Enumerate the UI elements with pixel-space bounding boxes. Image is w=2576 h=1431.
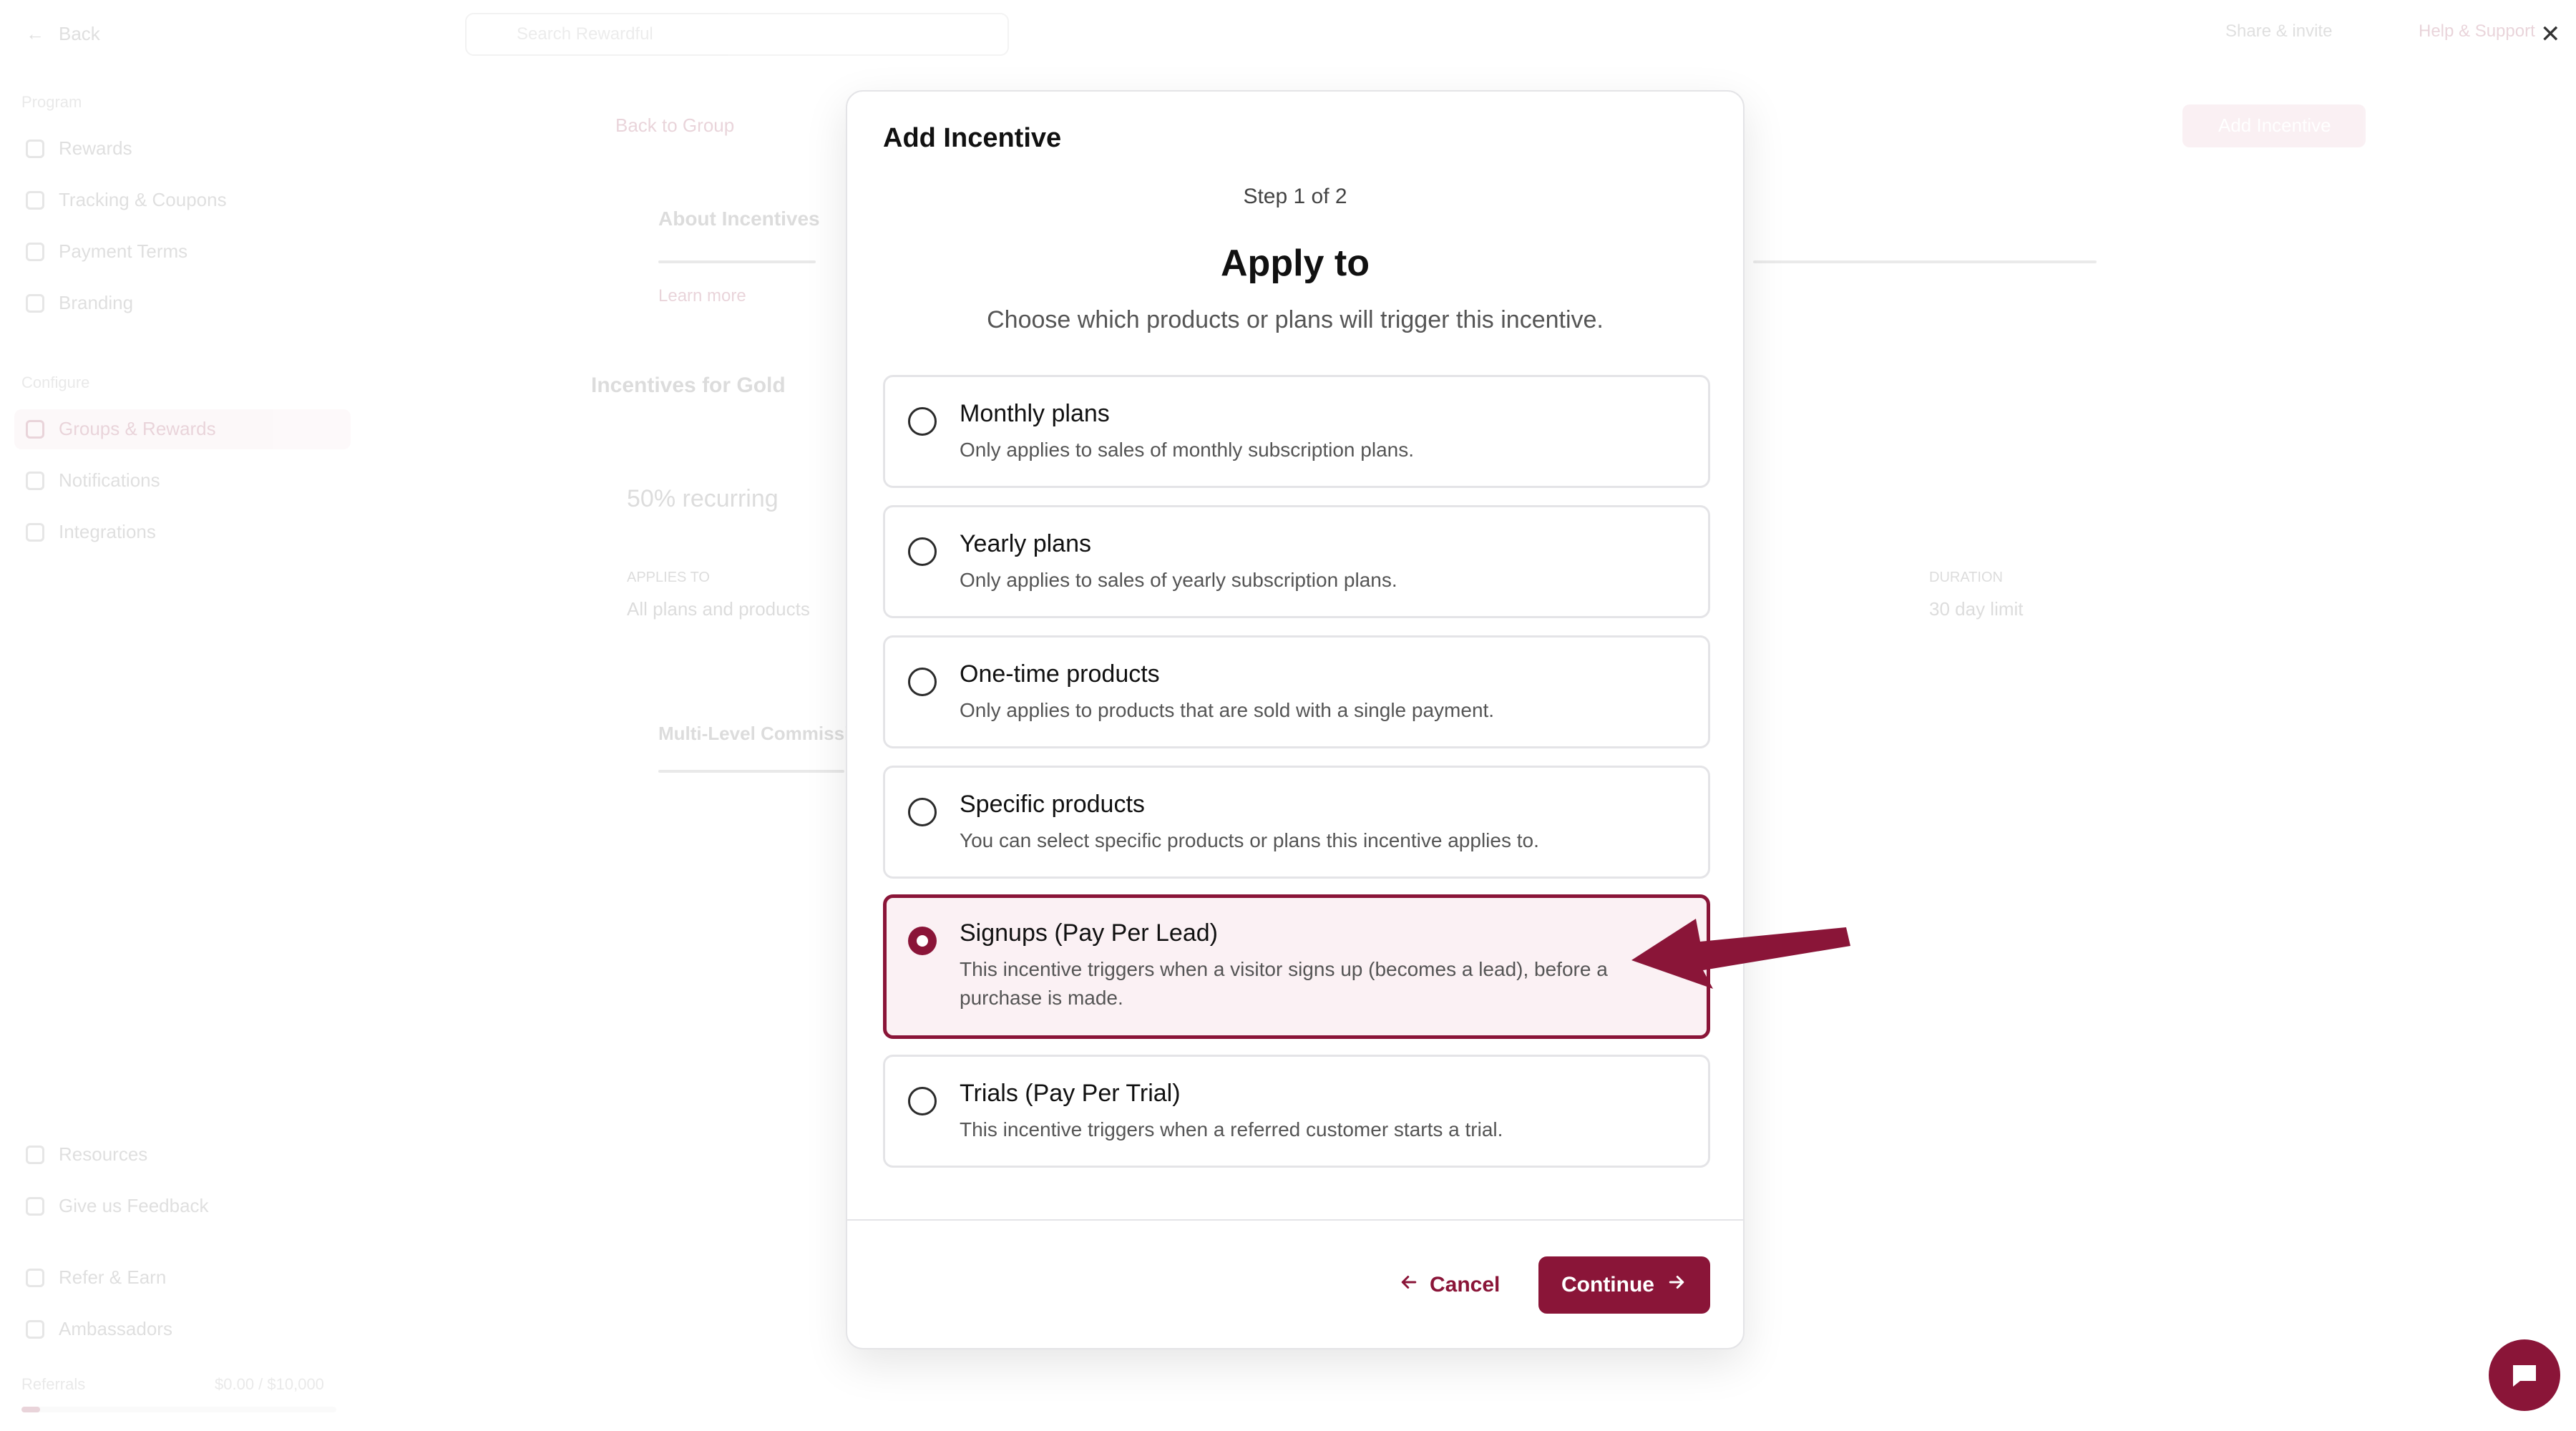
radio-button[interactable] bbox=[908, 668, 937, 696]
sidebar-icon bbox=[26, 139, 44, 158]
section-title: Incentives for Gold bbox=[591, 373, 786, 397]
option-label: Specific products bbox=[960, 791, 1145, 818]
sidebar-section-heading: Configure bbox=[21, 373, 90, 391]
sidebar-item-ambassadors[interactable]: Ambassadors bbox=[26, 1318, 172, 1340]
sidebar-icon bbox=[26, 1268, 44, 1287]
radio-button[interactable] bbox=[908, 798, 937, 826]
share-invite-link[interactable]: Share & invite bbox=[2225, 21, 2332, 41]
continue-button[interactable]: Continue bbox=[1538, 1256, 1710, 1314]
modal-title: Add Incentive bbox=[883, 123, 1062, 153]
cancel-button[interactable]: Cancel bbox=[1398, 1256, 1500, 1314]
placeholder-text-line bbox=[658, 770, 844, 773]
chat-button[interactable] bbox=[2489, 1339, 2560, 1411]
sidebar-icon bbox=[26, 1145, 44, 1164]
option-description: Only applies to sales of yearly subscrip… bbox=[960, 569, 1397, 591]
radio-button[interactable] bbox=[908, 1087, 937, 1115]
sidebar-icon bbox=[26, 1319, 44, 1339]
sidebar-item-payment-terms[interactable]: Payment Terms bbox=[26, 240, 187, 263]
sidebar-icon bbox=[26, 1196, 44, 1216]
search-input[interactable]: Search Rewardful bbox=[465, 13, 1009, 56]
sidebar-icon bbox=[26, 293, 44, 313]
option-description: You can select specific products or plan… bbox=[960, 829, 1539, 851]
option-description: This incentive triggers when a referred … bbox=[960, 1118, 1503, 1141]
option-label: Yearly plans bbox=[960, 530, 1091, 557]
incentive-name: 50% recurring bbox=[627, 485, 779, 512]
duration-label: DURATION bbox=[1929, 570, 2003, 585]
footer-divider bbox=[847, 1219, 1743, 1221]
sidebar-item-integrations[interactable]: Integrations bbox=[26, 521, 156, 543]
sidebar-item-resources[interactable]: Resources bbox=[26, 1143, 147, 1166]
back-button[interactable]: ← Back bbox=[26, 23, 100, 45]
sidebar-icon bbox=[26, 522, 44, 542]
add-incentive-label: Add Incentive bbox=[2218, 114, 2331, 136]
option-monthly-plans[interactable]: Monthly plans Only applies to sales of m… bbox=[883, 375, 1710, 488]
sidebar-item-tracking[interactable]: Tracking & Coupons bbox=[26, 189, 227, 211]
option-yearly-plans[interactable]: Yearly plans Only applies to sales of ye… bbox=[883, 505, 1710, 618]
usage-label: Referrals bbox=[21, 1375, 86, 1393]
usage-progress bbox=[21, 1407, 336, 1412]
option-label: Signups (Pay Per Lead) bbox=[960, 919, 1218, 947]
placeholder-text-line bbox=[658, 260, 816, 263]
option-label: Monthly plans bbox=[960, 400, 1110, 427]
sidebar-item-feedback[interactable]: Give us Feedback bbox=[26, 1195, 209, 1217]
sidebar-icon bbox=[26, 471, 44, 490]
close-icon[interactable]: ✕ bbox=[2540, 20, 2561, 49]
step-indicator: Step 1 of 2 bbox=[1243, 185, 1347, 208]
back-to-group-link[interactable]: Back to Group bbox=[615, 114, 734, 137]
add-incentive-modal: Add Incentive Step 1 of 2 Apply to Choos… bbox=[846, 90, 1745, 1349]
sidebar: ← Back Program Rewards Tracking & Coupon… bbox=[0, 0, 358, 1431]
chat-icon bbox=[2513, 1365, 2536, 1387]
radio-button-selected[interactable] bbox=[908, 927, 937, 955]
duration-value: 30 day limit bbox=[1929, 598, 2024, 620]
option-specific-products[interactable]: Specific products You can select specifi… bbox=[883, 766, 1710, 879]
pointer-arrow-icon bbox=[1631, 919, 1850, 989]
applies-to-label: APPLIES TO bbox=[627, 570, 710, 585]
sidebar-item-groups[interactable]: Groups & Rewards bbox=[26, 418, 216, 440]
apply-to-subheading: Choose which products or plans will trig… bbox=[987, 306, 1604, 333]
arrow-left-icon: ← bbox=[26, 23, 44, 44]
arrow-right-icon bbox=[1666, 1271, 1687, 1299]
sidebar-item-branding[interactable]: Branding bbox=[26, 292, 133, 314]
sidebar-item-rewards[interactable]: Rewards bbox=[26, 137, 132, 160]
option-one-time-products[interactable]: One-time products Only applies to produc… bbox=[883, 635, 1710, 748]
option-trials-pay-per-trial[interactable]: Trials (Pay Per Trial) This incentive tr… bbox=[883, 1055, 1710, 1168]
usage-value: $0.00 / $10,000 bbox=[215, 1375, 324, 1393]
sidebar-item-refer[interactable]: Refer & Earn bbox=[26, 1266, 166, 1289]
sidebar-item-notifications[interactable]: Notifications bbox=[26, 469, 160, 492]
applies-to-value: All plans and products bbox=[627, 598, 810, 620]
sidebar-icon bbox=[26, 190, 44, 210]
learn-more-link[interactable]: Learn more bbox=[658, 286, 746, 306]
arrow-left-icon bbox=[1398, 1271, 1420, 1299]
option-label: One-time products bbox=[960, 660, 1160, 688]
sidebar-section-heading: Program bbox=[21, 93, 82, 111]
apply-to-heading: Apply to bbox=[1221, 243, 1370, 284]
sidebar-icon bbox=[26, 242, 44, 261]
option-signups-pay-per-lead[interactable]: Signups (Pay Per Lead) This incentive tr… bbox=[883, 894, 1710, 1039]
help-support-link[interactable]: Help & Support bbox=[2419, 21, 2535, 41]
radio-button[interactable] bbox=[908, 407, 937, 436]
option-label: Trials (Pay Per Trial) bbox=[960, 1080, 1181, 1107]
sidebar-icon bbox=[26, 419, 44, 439]
placeholder-text-line bbox=[1753, 260, 2097, 263]
option-description: This incentive triggers when a visitor s… bbox=[960, 958, 1608, 1009]
option-description: Only applies to sales of monthly subscri… bbox=[960, 439, 1414, 461]
about-incentives-title: About Incentives bbox=[658, 207, 820, 230]
radio-button[interactable] bbox=[908, 537, 937, 566]
option-description: Only applies to products that are sold w… bbox=[960, 699, 1495, 721]
